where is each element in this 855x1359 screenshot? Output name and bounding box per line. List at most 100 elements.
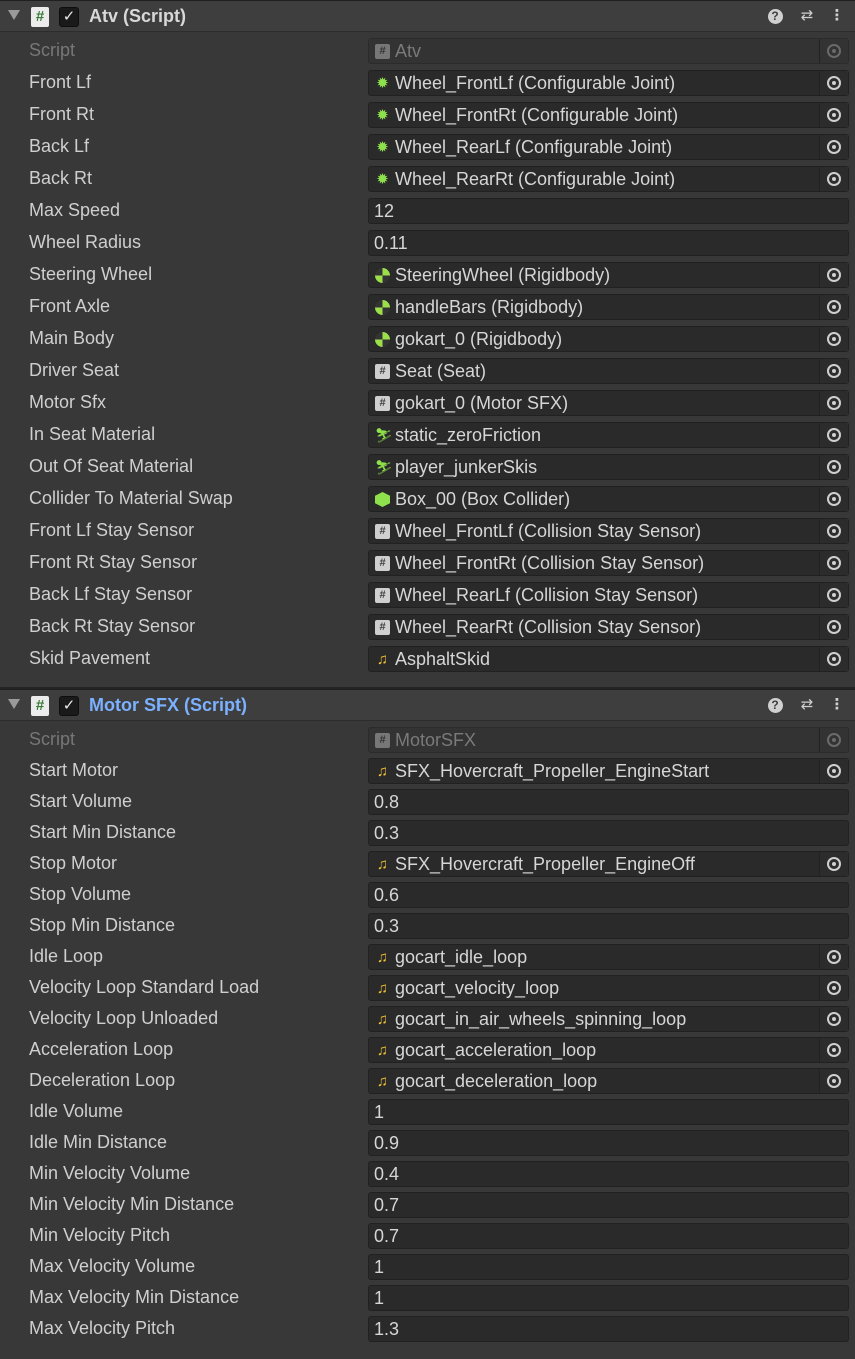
object-picker-icon[interactable] [819,759,848,783]
number-field[interactable]: 12 [368,198,849,224]
object-field[interactable]: # gokart_0 (Motor SFX) [368,390,849,416]
object-picker-icon[interactable] [819,519,848,543]
foldout-arrow-icon[interactable] [8,10,20,20]
property-row: Start Volume 0.8 [0,786,855,817]
object-picker-icon[interactable] [819,71,848,95]
context-menu-icon[interactable]: ⋮ [827,695,847,715]
object-field[interactable]: ✹ Wheel_FrontRt (Configurable Joint) [368,102,849,128]
object-picker-icon[interactable] [819,391,848,415]
help-icon[interactable]: ? [765,6,785,26]
presets-icon[interactable]: ⇄ [797,695,817,715]
field-value: Wheel_RearRt (Collision Stay Sensor) [395,617,702,637]
number-field[interactable]: 1 [368,1099,849,1125]
object-picker-icon[interactable] [819,976,848,1000]
field-value: handleBars (Rigidbody) [395,297,584,317]
object-field[interactable]: handleBars (Rigidbody) [368,294,849,320]
field-value: 1 [374,1102,385,1122]
number-field[interactable]: 0.3 [368,820,849,846]
number-field[interactable]: 0.8 [368,789,849,815]
field-value: Wheel_RearLf (Collision Stay Sensor) [395,585,699,605]
object-field[interactable]: gokart_0 (Rigidbody) [368,326,849,352]
object-picker-icon[interactable] [819,167,848,191]
object-picker-icon[interactable] [819,103,848,127]
object-field[interactable]: ♫ gocart_in_air_wheels_spinning_loop [368,1006,849,1032]
object-field[interactable]: ✹ Wheel_RearLf (Configurable Joint) [368,134,849,160]
property-label: Front Rt [29,104,95,124]
component-title: Motor SFX (Script) [89,695,247,715]
number-field[interactable]: 0.3 [368,913,849,939]
object-picker-icon [819,39,848,63]
number-field[interactable]: 0.6 [368,882,849,908]
number-field[interactable]: 0.4 [368,1161,849,1187]
number-field[interactable]: 0.7 [368,1192,849,1218]
property-row: Idle Volume 1 [0,1096,855,1127]
field-value: 0.9 [374,1133,400,1153]
object-field[interactable]: ♫ SFX_Hovercraft_Propeller_EngineStart [368,758,849,784]
property-row: Deceleration Loop ♫ gocart_deceleration_lo… [0,1065,855,1096]
object-picker-icon[interactable] [819,615,848,639]
field-value: Wheel_RearRt (Configurable Joint) [395,169,676,189]
object-picker-icon[interactable] [819,647,848,671]
foldout-arrow-icon[interactable] [8,699,20,709]
object-picker-icon[interactable] [819,583,848,607]
script-icon: # [375,620,390,635]
object-field[interactable]: # Wheel_RearLf (Collision Stay Sensor) [368,582,849,608]
enable-checkbox[interactable]: ✓ [59,7,79,27]
object-field[interactable]: ✹ Wheel_FrontLf (Configurable Joint) [368,70,849,96]
object-field[interactable]: # Wheel_FrontLf (Collision Stay Sensor) [368,518,849,544]
number-field[interactable]: 1 [368,1285,849,1311]
object-field: # MotorSFX [368,727,849,753]
object-field[interactable]: ♫ gocart_idle_loop [368,944,849,970]
help-icon[interactable]: ? [765,695,785,715]
rigidbody-icon [375,300,390,315]
number-field[interactable]: 0.11 [368,230,849,256]
object-picker-icon[interactable] [819,455,848,479]
object-picker-icon[interactable] [819,135,848,159]
object-picker-icon[interactable] [819,551,848,575]
presets-icon[interactable]: ⇄ [797,6,817,26]
object-field[interactable]: SteeringWheel (Rigidbody) [368,262,849,288]
object-picker-icon[interactable] [819,487,848,511]
audio-clip-icon: ♫ [376,763,389,780]
property-row: Front Lf ✹ Wheel_FrontLf (Configurable Joi… [0,67,855,99]
object-field[interactable]: ♫ AsphaltSkid [368,646,849,672]
number-field[interactable]: 0.9 [368,1130,849,1156]
enable-checkbox[interactable]: ✓ [59,696,79,716]
object-picker-icon[interactable] [819,423,848,447]
object-field[interactable]: # Wheel_RearRt (Collision Stay Sensor) [368,614,849,640]
number-field[interactable]: 1 [368,1254,849,1280]
number-field[interactable]: 1.3 [368,1316,849,1342]
object-field[interactable]: ⛷ player_junkerSkis [368,454,849,480]
property-row: Idle Loop ♫ gocart_idle_loop [0,941,855,972]
object-field[interactable]: ♫ gocart_deceleration_loop [368,1068,849,1094]
audio-clip-icon: ♫ [376,1042,389,1059]
context-menu-icon[interactable]: ⋮ [827,6,847,26]
object-picker-icon[interactable] [819,1069,848,1093]
object-picker-icon[interactable] [819,359,848,383]
object-picker-icon[interactable] [819,295,848,319]
component-header[interactable]: # ✓ Motor SFX (Script)? ⇄ ⋮ [0,689,855,721]
object-picker-icon[interactable] [819,1038,848,1062]
object-field[interactable]: ✹ Wheel_RearRt (Configurable Joint) [368,166,849,192]
property-label: Max Velocity Min Distance [29,1287,240,1307]
object-field[interactable]: ♫ SFX_Hovercraft_Propeller_EngineOff [368,851,849,877]
field-value: 1 [374,1288,385,1308]
property-row: Start Min Distance 0.3 [0,817,855,848]
object-picker-icon[interactable] [819,327,848,351]
object-field[interactable]: Box_00 (Box Collider) [368,486,849,512]
property-row: Back Lf Stay Sensor # Wheel_RearLf (Collis… [0,579,855,611]
object-field[interactable]: # Seat (Seat) [368,358,849,384]
inspector-panel: # ✓ Atv (Script)? ⇄ ⋮ Script # Atv Front Lf ✹ Whee… [0,0,855,1350]
number-field[interactable]: 0.7 [368,1223,849,1249]
object-picker-icon[interactable] [819,1007,848,1031]
object-field[interactable]: ♫ gocart_acceleration_loop [368,1037,849,1063]
object-picker-icon[interactable] [819,945,848,969]
object-picker-icon[interactable] [819,263,848,287]
property-row: Front Lf Stay Sensor # Wheel_FrontLf (Coll… [0,515,855,547]
object-field[interactable]: # Wheel_FrontRt (Collision Stay Sensor) [368,550,849,576]
property-label: Stop Min Distance [29,915,176,935]
object-field[interactable]: ♫ gocart_velocity_loop [368,975,849,1001]
object-picker-icon[interactable] [819,852,848,876]
component-header[interactable]: # ✓ Atv (Script)? ⇄ ⋮ [0,0,855,32]
object-field[interactable]: ⛷ static_zeroFriction [368,422,849,448]
